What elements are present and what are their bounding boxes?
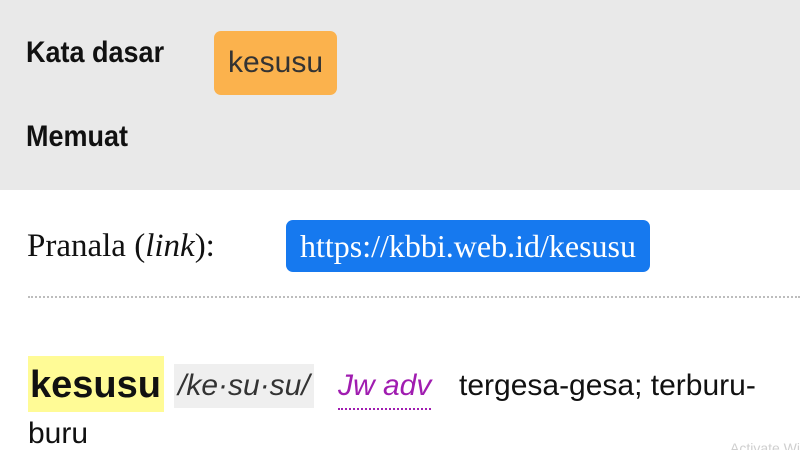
windows-activation-watermark: Activate Wi	[729, 440, 800, 450]
permalink-label-prefix: Pranala (	[27, 227, 146, 264]
permalink-row: Pranala (link): https://kbbi.web.id/kesu…	[27, 220, 650, 272]
contains-label: Memuat	[26, 120, 129, 153]
word-info-panel: Kata dasar kesusu Memuat	[0, 0, 800, 190]
entry-definition-line2: buru	[28, 417, 89, 450]
root-word-label: Kata dasar	[26, 36, 165, 69]
dictionary-entry: kesusu /ke·su·su/ Jw adv tergesa-gesa; t…	[28, 356, 800, 450]
dotted-divider	[28, 296, 800, 298]
permalink-label-italic: link	[145, 227, 195, 264]
permalink-url-button[interactable]: https://kbbi.web.id/kesusu	[286, 220, 650, 272]
permalink-label: Pranala (link):	[27, 228, 215, 265]
permalink-label-suffix: ):	[194, 227, 215, 264]
root-word-badge[interactable]: kesusu	[214, 31, 338, 95]
entry-definition-line1: tergesa-gesa; terburu-	[459, 369, 756, 402]
entry-grammar-tag[interactable]: Jw adv	[338, 364, 432, 410]
entry-pronunciation: /ke·su·su/	[174, 364, 314, 408]
entry-headword: kesusu	[28, 356, 164, 412]
